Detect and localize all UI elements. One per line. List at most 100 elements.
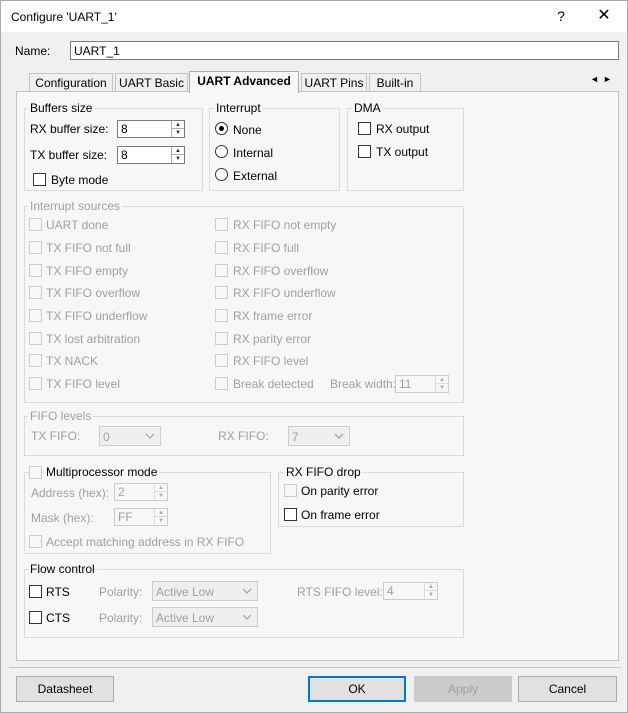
spinner-up-icon[interactable]: ▲ <box>154 509 167 517</box>
rx-fifo-overflow-checkbox[interactable] <box>215 264 228 277</box>
chevron-down-icon <box>242 588 252 594</box>
spinner-down-icon[interactable]: ▼ <box>154 492 167 500</box>
rts-fifo-level-value: 4 <box>387 584 394 598</box>
rts-checkbox[interactable] <box>29 585 42 598</box>
tab-scroll-left-icon[interactable]: ◄ <box>590 74 599 84</box>
interrupt-none-radio[interactable] <box>215 122 228 135</box>
spinner-down-icon[interactable]: ▼ <box>171 155 184 163</box>
tx-fifo-not-full-checkbox[interactable] <box>29 241 42 254</box>
spinner-down-icon[interactable]: ▼ <box>171 129 184 137</box>
interrupt-none-label: None <box>233 123 262 137</box>
cts-polarity-dropdown[interactable]: Active Low <box>152 607 258 627</box>
dma-tx-output-checkbox[interactable] <box>358 145 371 158</box>
chevron-down-icon <box>334 433 344 439</box>
spinner-up-icon[interactable]: ▲ <box>154 484 167 492</box>
tx-lost-arbitration-checkbox[interactable] <box>29 332 42 345</box>
mask-hex-label: Mask (hex): <box>31 511 94 525</box>
spinner-up-icon[interactable]: ▲ <box>171 147 184 155</box>
fifo-levels-title: FIFO levels <box>28 409 94 423</box>
interrupt-external-radio[interactable] <box>215 168 228 181</box>
cts-polarity-label: Polarity: <box>99 611 143 625</box>
tx-fifo-underflow-label: TX FIFO underflow <box>46 309 148 323</box>
apply-button[interactable]: Apply <box>414 676 512 702</box>
mask-hex-spinner[interactable]: FF ▲ ▼ <box>114 508 168 526</box>
rx-buffer-size-label: RX buffer size: <box>30 122 109 136</box>
break-width-label: Break width: <box>330 377 397 391</box>
rx-frame-error-label: RX frame error <box>233 309 313 323</box>
mask-hex-value: FF <box>118 510 133 524</box>
rx-fifo-not-empty-checkbox[interactable] <box>215 218 228 231</box>
tx-fifo-overflow-checkbox[interactable] <box>29 286 42 299</box>
rts-fifo-level-spinner[interactable]: 4 ▲ ▼ <box>383 582 438 600</box>
spinner-up-icon[interactable]: ▲ <box>171 121 184 129</box>
rts-label: RTS <box>46 585 70 599</box>
ok-button[interactable]: OK <box>308 676 406 702</box>
multiprocessor-mode-checkbox[interactable] <box>29 466 42 479</box>
spinner-down-icon[interactable]: ▼ <box>424 591 437 599</box>
rx-buffer-size-value: 8 <box>121 122 128 136</box>
tab-uart-basic[interactable]: UART Basic <box>115 73 188 92</box>
tx-lost-arbitration-label: TX lost arbitration <box>46 332 141 346</box>
rx-buffer-size-spinner[interactable]: 8 ▲ ▼ <box>117 120 185 138</box>
rx-fifo-label: RX FIFO: <box>218 429 269 443</box>
tx-fifo-level-checkbox[interactable] <box>29 377 42 390</box>
rx-parity-error-checkbox[interactable] <box>215 332 228 345</box>
interrupt-internal-radio[interactable] <box>215 145 228 158</box>
cts-checkbox[interactable] <box>29 611 42 624</box>
tx-buffer-size-spinner[interactable]: 8 ▲ ▼ <box>117 146 185 164</box>
tx-nack-checkbox[interactable] <box>29 354 42 367</box>
cts-label: CTS <box>46 611 70 625</box>
rx-fifo-underflow-checkbox[interactable] <box>215 286 228 299</box>
rx-frame-error-checkbox[interactable] <box>215 309 228 322</box>
title-bar: Configure 'UART_1' ? ✕ <box>1 1 627 32</box>
tab-scroll-right-icon[interactable]: ► <box>603 74 612 84</box>
spinner-up-icon[interactable]: ▲ <box>424 583 437 591</box>
address-hex-spinner[interactable]: 2 ▲ ▼ <box>114 483 168 501</box>
tab-configuration[interactable]: Configuration <box>29 73 113 92</box>
spinner-down-icon[interactable]: ▼ <box>435 384 448 392</box>
rts-polarity-label: Polarity: <box>99 585 143 599</box>
tx-buffer-size-label: TX buffer size: <box>30 148 108 162</box>
break-detected-checkbox[interactable] <box>215 377 228 390</box>
accept-matching-address-label: Accept matching address in RX FIFO <box>46 535 245 549</box>
tx-fifo-dropdown[interactable]: 0 <box>99 426 161 446</box>
close-button[interactable]: ✕ <box>591 4 617 28</box>
tx-fifo-underflow-checkbox[interactable] <box>29 309 42 322</box>
break-detected-label: Break detected <box>233 377 314 391</box>
break-width-spinner[interactable]: 11 ▲ ▼ <box>395 375 449 393</box>
spinner-up-icon[interactable]: ▲ <box>435 376 448 384</box>
accept-matching-address-checkbox[interactable] <box>29 535 42 548</box>
on-frame-error-checkbox[interactable] <box>284 508 297 521</box>
tab-uart-advanced[interactable]: UART Advanced <box>189 71 299 93</box>
tx-fifo-label: TX FIFO: <box>31 429 81 443</box>
uart-done-label: UART done <box>46 218 109 232</box>
dma-rx-output-checkbox[interactable] <box>358 122 371 135</box>
cancel-button[interactable]: Cancel <box>518 676 617 702</box>
chevron-down-icon <box>242 614 252 620</box>
help-button[interactable]: ? <box>549 4 573 28</box>
rts-polarity-dropdown[interactable]: Active Low <box>152 581 258 601</box>
rx-fifo-dropdown[interactable]: 7 <box>288 426 350 446</box>
dma-rx-output-label: RX output <box>376 122 430 136</box>
uart-done-checkbox[interactable] <box>29 218 42 231</box>
datasheet-button[interactable]: Datasheet <box>16 676 114 702</box>
address-hex-label: Address (hex): <box>31 486 110 500</box>
tab-uart-pins[interactable]: UART Pins <box>301 73 367 92</box>
tx-fifo-value: 0 <box>103 430 110 444</box>
break-width-value: 11 <box>399 377 412 391</box>
tx-fifo-empty-checkbox[interactable] <box>29 264 42 277</box>
interrupt-sources-title: Interrupt sources <box>28 199 123 213</box>
tab-built-in[interactable]: Built-in <box>369 73 421 92</box>
name-input[interactable] <box>70 41 619 60</box>
flow-control-title: Flow control <box>28 562 97 576</box>
spinner-down-icon[interactable]: ▼ <box>154 517 167 525</box>
on-parity-error-checkbox[interactable] <box>284 484 297 497</box>
footer-separator <box>9 667 621 668</box>
tx-fifo-level-label: TX FIFO level <box>46 377 121 391</box>
rx-fifo-full-checkbox[interactable] <box>215 241 228 254</box>
byte-mode-checkbox[interactable] <box>33 173 46 186</box>
rx-fifo-level-checkbox[interactable] <box>215 354 228 367</box>
rx-fifo-drop-title: RX FIFO drop <box>284 465 363 479</box>
rts-polarity-value: Active Low <box>156 585 215 599</box>
configure-dialog: Configure 'UART_1' ? ✕ Name: Configurati… <box>0 0 628 713</box>
